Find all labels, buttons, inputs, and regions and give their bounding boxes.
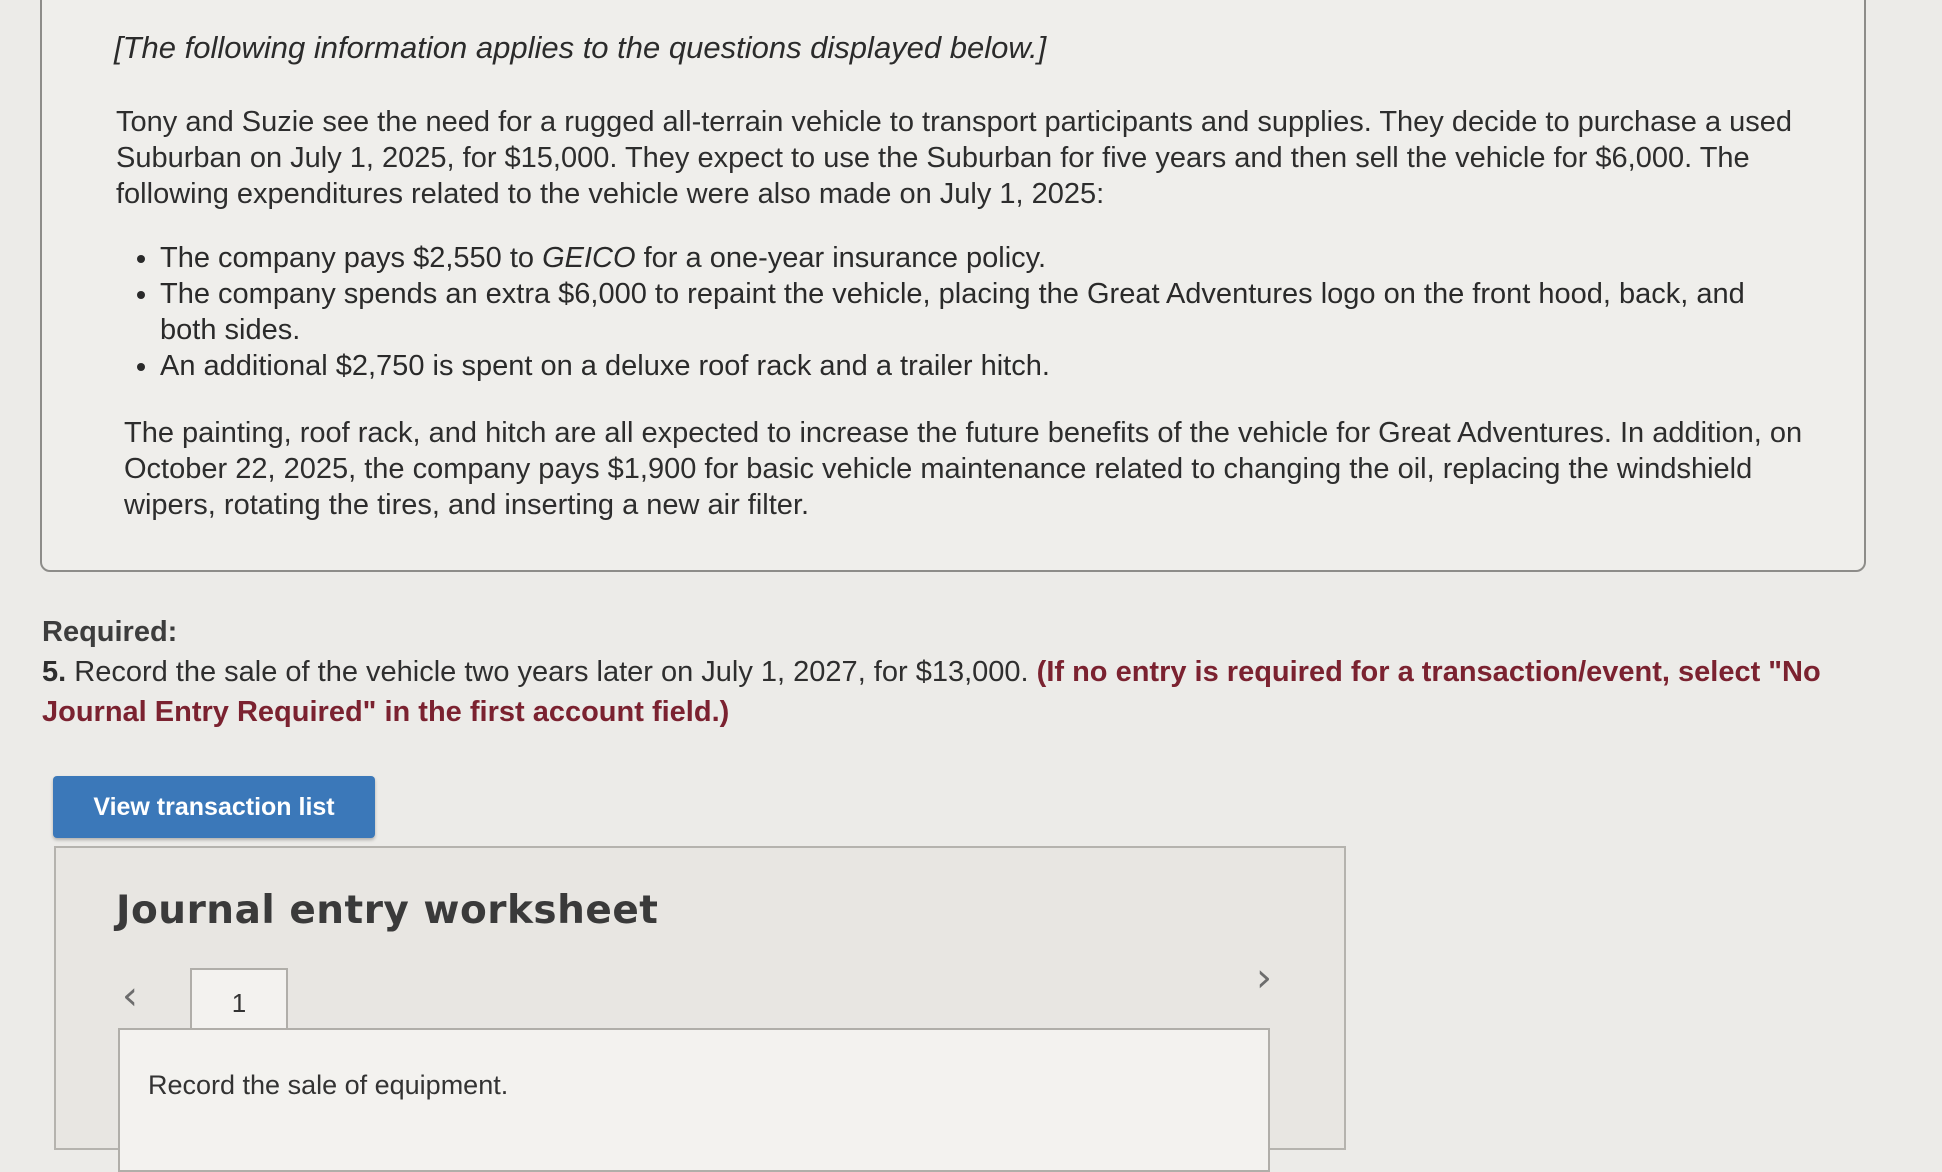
bullet-text: for a one-year insurance policy. [635,242,1047,274]
benefits-paragraph: The painting, roof rack, and hitch are a… [124,417,1803,521]
list-item: The company pays $2,550 to GEICO for a o… [160,240,1780,276]
required-question: 5. Record the sale of the vehicle two ye… [42,652,1842,732]
question-text: Record the sale of the vehicle two years… [74,656,1029,688]
scenario-paragraph: Tony and Suzie see the need for a rugged… [116,106,1793,210]
worksheet-panel: Record the sale of equipment. [118,1028,1270,1172]
question-number: 5. [42,656,67,688]
list-item: The company spends an extra $6,000 to re… [160,276,1780,348]
bullet-text: The company pays $2,550 to [160,242,543,274]
view-transaction-list-button[interactable]: View transaction list [53,776,375,838]
worksheet-title: Journal entry worksheet [116,888,659,933]
chevron-right-icon[interactable]: › [1256,958,1272,998]
required-heading: Required: [42,616,178,648]
insurer-name: GEICO [542,242,636,274]
intro-text: [The following information applies to th… [114,30,1047,65]
worksheet-instruction: Record the sale of equipment. [148,1070,509,1100]
journal-entry-worksheet: Journal entry worksheet ‹ 1 › Record the… [54,846,1346,1172]
list-item: An additional $2,750 is spent on a delux… [160,348,1780,384]
expenditure-list: The company pays $2,550 to GEICO for a o… [122,240,1780,384]
chevron-left-icon[interactable]: ‹ [122,976,138,1016]
required-section: Required: 5. Record the sale of the vehi… [42,612,1842,732]
